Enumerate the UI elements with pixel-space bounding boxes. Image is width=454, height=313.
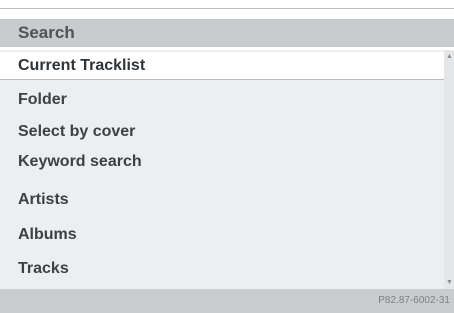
menu-item-label: Artists bbox=[18, 191, 69, 208]
bottom-bar: P82.87-6002-31 bbox=[0, 289, 454, 313]
scroll-up-icon[interactable]: ▲ bbox=[446, 53, 453, 60]
figure-code: P82.87-6002-31 bbox=[378, 295, 450, 306]
menu-item-current-tracklist[interactable]: Current Tracklist bbox=[0, 52, 444, 80]
scrollbar[interactable]: ▲ ▼ bbox=[444, 50, 454, 289]
search-menu-list: Current Tracklist Folder Select by cover… bbox=[0, 50, 454, 289]
search-menu-screen: Search Current Tracklist Folder Select b… bbox=[0, 0, 454, 313]
menu-item-label: Keyword search bbox=[18, 153, 142, 170]
page-title: Search bbox=[18, 23, 75, 42]
top-divider bbox=[0, 8, 454, 9]
menu-item-label: Tracks bbox=[18, 260, 69, 277]
menu-item-keyword-search[interactable]: Keyword search bbox=[0, 148, 444, 176]
menu-item-albums[interactable]: Albums bbox=[0, 221, 444, 249]
menu-item-tracks[interactable]: Tracks bbox=[0, 255, 444, 283]
title-bar: Search bbox=[0, 19, 454, 47]
menu-item-artists[interactable]: Artists bbox=[0, 186, 444, 214]
menu-item-label: Select by cover bbox=[18, 123, 136, 140]
menu-item-select-by-cover[interactable]: Select by cover bbox=[0, 118, 444, 146]
menu-item-label: Current Tracklist bbox=[18, 57, 146, 74]
scroll-down-icon[interactable]: ▼ bbox=[446, 279, 453, 286]
menu-item-label: Folder bbox=[18, 91, 67, 108]
menu-item-label: Albums bbox=[18, 226, 77, 243]
menu-item-folder[interactable]: Folder bbox=[0, 86, 444, 114]
